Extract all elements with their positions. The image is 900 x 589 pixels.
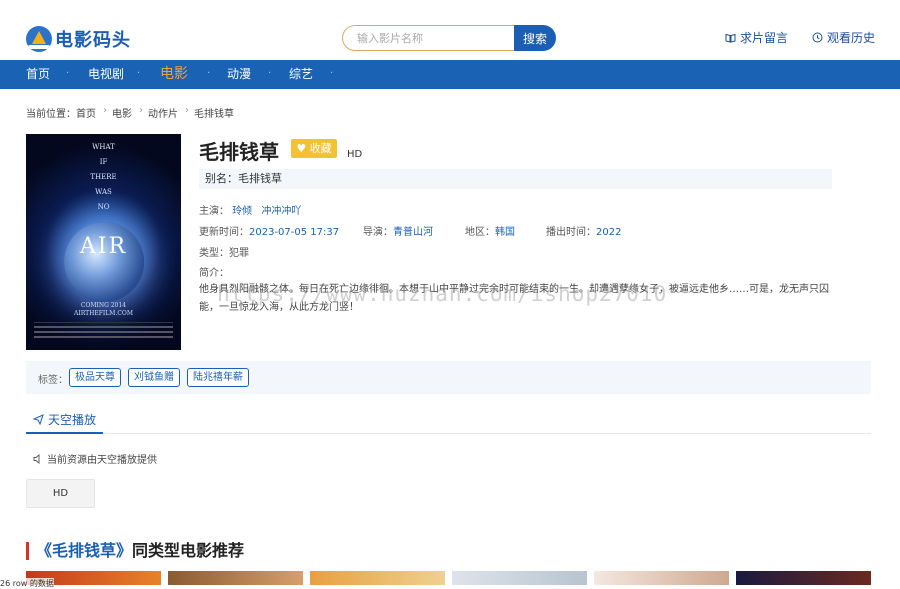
cast-label: 主演： xyxy=(199,206,229,217)
alias-label: 别名： xyxy=(205,172,238,185)
nav-item-tv[interactable]: 电视剧 xyxy=(88,60,124,89)
clock-icon xyxy=(812,32,823,43)
recommend-thumbnail[interactable] xyxy=(452,571,587,585)
alias-row: 别名：毛排钱草 xyxy=(199,169,832,189)
speaker-icon xyxy=(33,453,40,464)
episode-button[interactable]: HD xyxy=(26,479,95,508)
nav-item-home[interactable]: 首页 xyxy=(26,60,50,89)
director-link[interactable]: 青普山河 xyxy=(393,227,433,238)
favorite-button[interactable]: ♥ 收藏 xyxy=(291,139,337,158)
nav-separator: · xyxy=(66,68,70,79)
movie-title: 毛排钱草 xyxy=(199,140,279,164)
watermark-text: https://www.huzhan.com/ishop27010 xyxy=(217,282,668,306)
movie-poster[interactable]: WHAT IF THERE WAS NO AIR COMING 2014 AIR… xyxy=(26,134,181,350)
request-movie-link[interactable]: 求片留言 xyxy=(725,29,788,46)
breadcrumb-prefix: 当前位置： xyxy=(26,109,76,120)
recommend-thumbnail[interactable] xyxy=(168,571,303,585)
book-icon xyxy=(725,33,736,43)
poster-title: AIR xyxy=(79,234,128,259)
site-logo[interactable]: 电影码头 xyxy=(26,26,131,52)
poster-tagline: WHAT IF THERE WAS NO xyxy=(26,140,181,215)
director-label: 导演： xyxy=(363,227,393,238)
tab-sky-play[interactable]: 天空播放 xyxy=(26,406,104,434)
tags-label: 标签： xyxy=(38,375,68,386)
nav-item-movie[interactable]: 电影 xyxy=(160,60,188,89)
nav-separator: · xyxy=(268,68,272,79)
send-icon xyxy=(33,413,44,425)
poster-word: WAS xyxy=(95,188,112,196)
search-box: 搜索 xyxy=(342,25,556,51)
source-note-text: 当前资源由天空播放提供 xyxy=(47,455,157,466)
tag-link[interactable]: 刈钺鱼赠 xyxy=(128,368,180,387)
tag-link[interactable]: 陆兆禧年薪 xyxy=(187,368,249,387)
poster-word: WHAT xyxy=(92,143,115,151)
genre-row: 类型：犯罪 xyxy=(199,244,249,259)
meta-row: 更新时间：2023-07-05 17:37 xyxy=(199,223,339,238)
watch-history-link[interactable]: 观看历史 xyxy=(812,29,875,46)
stray-text: 26 row 的数据 xyxy=(0,578,54,589)
poster-coming: COMING 2014 xyxy=(80,302,127,309)
watch-history-label: 观看历史 xyxy=(827,31,876,45)
nav-item-variety[interactable]: 综艺 xyxy=(289,60,313,89)
recommend-thumbnail[interactable] xyxy=(594,571,729,585)
cast-row: 主演： 玲倾 冲冲冲吖 xyxy=(199,202,301,217)
main-nav: 首页 · 电视剧 · 电影 · 动漫 · 综艺 · xyxy=(0,60,900,89)
play-source-tabs: 天空播放 xyxy=(26,406,871,434)
logo-text: 电影码头 xyxy=(55,30,131,51)
nav-separator: · xyxy=(137,68,141,79)
poster-word: IF xyxy=(99,158,108,166)
poster-word: NO xyxy=(97,203,110,211)
poster-release: COMING 2014 AIRTHEFILM.COM xyxy=(26,302,181,318)
year-link[interactable]: 2022 xyxy=(596,227,621,238)
region-label: 地区： xyxy=(465,227,495,238)
alias-value: 毛排钱草 xyxy=(238,172,282,185)
director-field: 导演：青普山河 xyxy=(363,223,433,238)
heart-icon: ♥ xyxy=(296,142,307,155)
year-label: 播出时间： xyxy=(546,227,596,238)
tags-bar: 标签： 极品天尊 刈钺鱼赠 陆兆禧年薪 xyxy=(26,361,871,394)
genre-value: 犯罪 xyxy=(229,248,249,259)
poster-credits xyxy=(34,322,173,342)
poster-word: THERE xyxy=(90,173,117,181)
region-field: 地区：韩国 xyxy=(465,223,515,238)
nav-item-anime[interactable]: 动漫 xyxy=(227,60,251,89)
recommend-thumbnail[interactable] xyxy=(736,571,871,585)
favorite-label: 收藏 xyxy=(309,142,332,155)
updated-value: 2023-07-05 17:37 xyxy=(249,227,340,238)
breadcrumb-current: 毛排钱草 xyxy=(194,109,234,120)
genre-label: 类型： xyxy=(199,248,229,259)
breadcrumb-home[interactable]: 首页 xyxy=(76,105,96,120)
poster-site: AIRTHEFILM.COM xyxy=(74,310,133,317)
intro-label: 简介： xyxy=(199,268,229,279)
updated-label: 更新时间： xyxy=(199,227,249,238)
breadcrumb-separator: › xyxy=(103,105,107,116)
search-input[interactable] xyxy=(342,25,518,51)
cast-link[interactable]: 玲倾 xyxy=(232,206,252,217)
source-note: 当前资源由天空播放提供 xyxy=(33,451,157,466)
recommend-thumbnail[interactable] xyxy=(310,571,445,585)
breadcrumb-movie[interactable]: 电影 xyxy=(112,105,132,120)
cast-link[interactable]: 冲冲冲吖 xyxy=(261,206,301,217)
nav-separator: · xyxy=(207,68,211,79)
logo-icon xyxy=(26,26,52,52)
breadcrumb-separator: › xyxy=(139,105,143,116)
quality-badge: HD xyxy=(347,149,363,160)
breadcrumb: 当前位置： 首页 › 电影 › 动作片 › 毛排钱草 xyxy=(26,105,239,120)
search-button[interactable]: 搜索 xyxy=(514,25,556,51)
recommend-title-suffix: 同类型电影推荐 xyxy=(132,541,245,560)
tab-sky-play-label: 天空播放 xyxy=(48,412,97,427)
tag-link[interactable]: 极品天尊 xyxy=(69,368,121,387)
region-link[interactable]: 韩国 xyxy=(495,227,515,238)
request-movie-label: 求片留言 xyxy=(740,31,789,45)
nav-separator: · xyxy=(330,68,334,79)
recommend-title: 《毛排钱草》同类型电影推荐 xyxy=(26,542,244,560)
year-field: 播出时间：2022 xyxy=(546,223,621,238)
recommend-title-movie: 《毛排钱草》 xyxy=(36,541,133,560)
breadcrumb-action[interactable]: 动作片 xyxy=(148,105,178,120)
breadcrumb-separator: › xyxy=(185,105,189,116)
site-header: 电影码头 搜索 求片留言 观看历史 xyxy=(0,0,900,60)
